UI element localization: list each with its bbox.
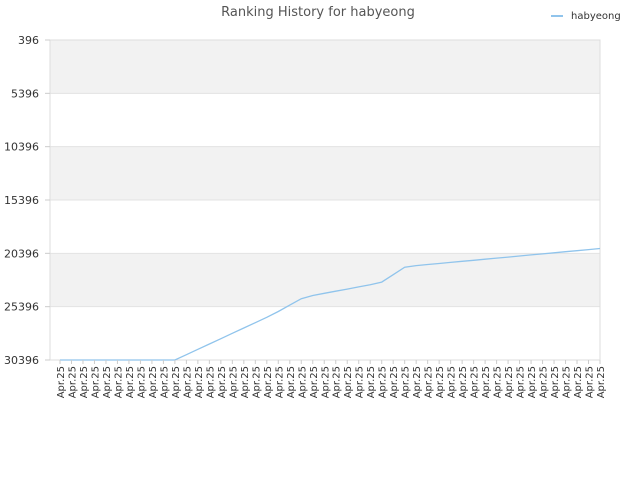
x-tick-label: Apr.25 [343, 366, 354, 398]
x-tick-label: Apr.25 [527, 366, 538, 398]
x-tick-label: Apr.25 [274, 366, 285, 398]
y-tick-label: 10396 [4, 141, 39, 154]
x-tick-label: Apr.25 [182, 366, 193, 398]
x-tick-label: Apr.25 [286, 366, 297, 398]
plot-bands [50, 40, 600, 307]
x-tick-label: Apr.25 [585, 366, 596, 398]
x-tick-label: Apr.25 [435, 366, 446, 398]
x-tick-label: Apr.25 [102, 366, 113, 398]
plot-band [50, 146, 600, 200]
x-tick-label: Apr.25 [228, 366, 239, 398]
chart-svg: 39653961039615396203962539630396 Apr.25 A… [4, 5, 621, 398]
x-tick-label: Apr.25 [470, 366, 481, 398]
x-tick-label: Apr.25 [194, 366, 205, 398]
y-tick-label: 30396 [4, 354, 39, 367]
x-tick-label: Apr.25 [458, 366, 469, 398]
y-axis: 396 5396 10396 15396 20396 25396 30396 [4, 34, 50, 367]
x-tick-label: Apr.25 [366, 366, 377, 398]
legend-label-habyeong: habyeong [571, 11, 621, 22]
x-tick-label: Apr.25 [309, 366, 320, 398]
x-tick-label: Apr.25 [56, 366, 67, 398]
x-tick-label: Apr.25 [79, 366, 90, 398]
x-tick-label: Apr.25 [516, 366, 527, 398]
x-tick-label: Apr.25 [504, 366, 515, 398]
x-tick-label: Apr.25 [67, 366, 78, 398]
x-tick-label: Apr.25 [401, 366, 412, 398]
y-tick-label: 5396 [11, 87, 39, 100]
x-tick-label: Apr.25 [447, 366, 458, 398]
x-tick-label: Apr.25 [539, 366, 550, 398]
y-tick-label: 15396 [4, 194, 39, 207]
plot-band [50, 253, 600, 307]
x-tick-label: Apr.25 [332, 366, 343, 398]
x-tick-label: Apr.25 [424, 366, 435, 398]
x-tick-label: Apr.25 [320, 366, 331, 398]
x-tick-label: Apr.25 [240, 366, 251, 398]
x-tick-label: Apr.25 [297, 366, 308, 398]
y-tick-label: 25396 [4, 301, 39, 314]
x-tick-label: Apr.25 [596, 366, 607, 398]
y-tick-label: 396 [18, 34, 39, 47]
x-tick-label: Apr.25 [159, 366, 170, 398]
x-tick-label: Apr.25 [251, 366, 262, 398]
x-tick-label: Apr.25 [573, 366, 584, 398]
x-tick-label: Apr.25 [90, 366, 101, 398]
ranking-history-chart: 396 5396 10396 15396 20396 25396 30396 Apr.25 A… [0, 0, 640, 480]
y-tick-label: 20396 [4, 247, 39, 260]
x-tick-label: Apr.25 [493, 366, 504, 398]
x-tick-label: Apr.25 [355, 366, 366, 398]
x-tick-label: Apr.25 [550, 366, 561, 398]
x-tick-label: Apr.25 [171, 366, 182, 398]
x-tick-label: Apr.25 [113, 366, 124, 398]
x-tick-label: Apr.25 [217, 366, 228, 398]
x-tick-label: Apr.25 [389, 366, 400, 398]
x-tick-label: Apr.25 [562, 366, 573, 398]
x-tick-label: Apr.25 [205, 366, 216, 398]
plot-band [50, 40, 600, 94]
x-tick-label: Apr.25 [263, 366, 274, 398]
x-tick-label: Apr.25 [378, 366, 389, 398]
chart-title: Ranking History for habyeong [221, 5, 415, 20]
x-tick-label: Apr.25 [148, 366, 159, 398]
x-axis: Apr.25 Apr.25 Apr.25 Apr.25 Apr.25 Apr.25 Apr.… [56, 360, 607, 398]
x-tick-label: Apr.25 [412, 366, 423, 398]
legend[interactable]: habyeong [551, 11, 621, 22]
x-tick-label: Apr.25 [481, 366, 492, 398]
x-tick-label: Apr.25 [125, 366, 136, 398]
x-tick-label: Apr.25 [136, 366, 147, 398]
